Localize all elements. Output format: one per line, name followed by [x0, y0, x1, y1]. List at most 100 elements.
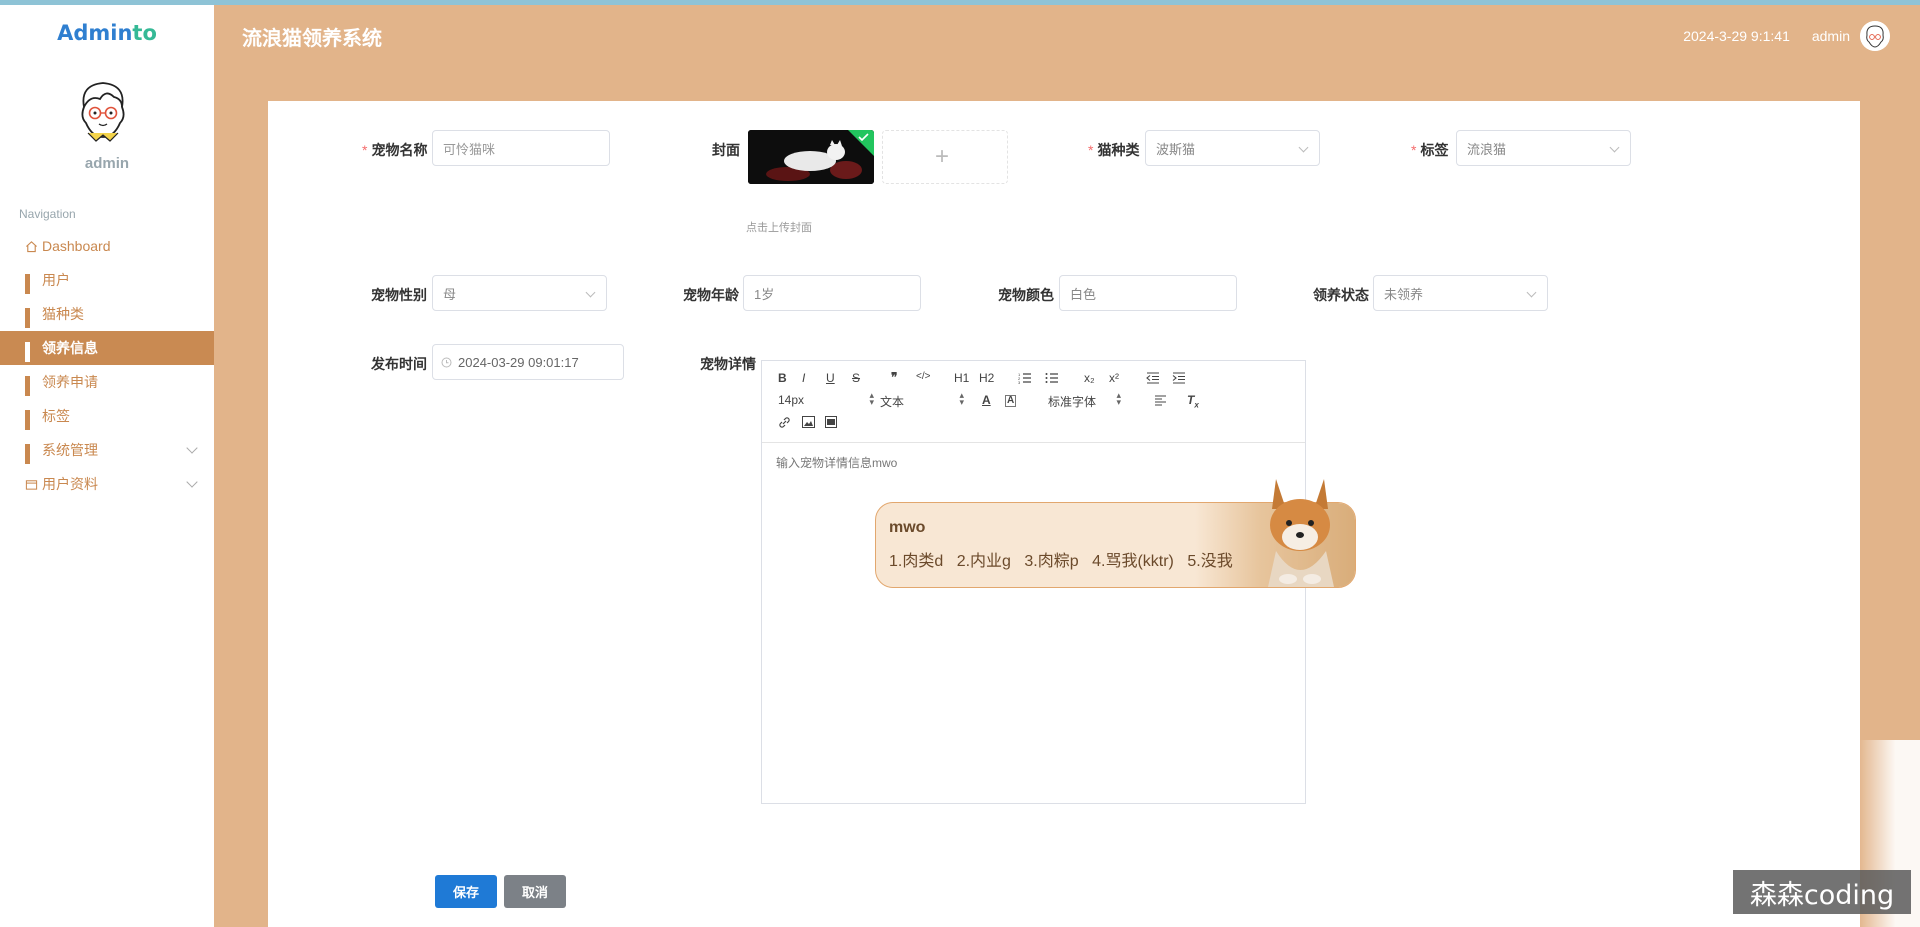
- chevron-down-icon: [585, 287, 596, 298]
- breed-select[interactable]: 波斯猫: [1145, 130, 1320, 166]
- save-button[interactable]: 保存: [435, 875, 497, 908]
- bold-button[interactable]: B: [778, 371, 787, 385]
- cancel-button[interactable]: 取消: [504, 875, 566, 908]
- header-username[interactable]: admin: [1812, 28, 1850, 44]
- sidebar-item-tags[interactable]: 标签: [0, 399, 214, 433]
- link-icon[interactable]: [778, 416, 791, 429]
- align-icon[interactable]: [1154, 395, 1167, 406]
- sidebar-item-label: 用户: [42, 272, 70, 288]
- color-input[interactable]: 白色: [1059, 275, 1237, 311]
- grid-icon: [25, 409, 38, 430]
- sidebar-item-adoption-requests[interactable]: 领养申请: [0, 365, 214, 399]
- grid-icon: [25, 341, 38, 362]
- gender-label: 宠物性别: [371, 287, 427, 303]
- age-label: 宠物年龄: [683, 287, 739, 303]
- chevron-down-icon: [1609, 142, 1620, 153]
- ime-candidate[interactable]: 1.肉类d: [889, 553, 943, 570]
- plus-icon: +: [935, 143, 950, 170]
- sidebar-item-label: 领养信息: [42, 340, 98, 356]
- sidebar-user-name: admin: [84, 155, 130, 172]
- home-icon: [26, 240, 37, 252]
- breed-label: * 猫种类: [1088, 142, 1140, 158]
- sidebar-item-cat-breeds[interactable]: 猫种类: [0, 297, 214, 331]
- header-avatar[interactable]: [1860, 21, 1890, 51]
- sidebar-item-system-management[interactable]: 系统管理: [0, 433, 214, 467]
- grid-icon: [25, 443, 38, 464]
- ime-candidate[interactable]: 3.肉粽p: [1024, 553, 1078, 570]
- ime-candidate[interactable]: 2.内业g: [957, 553, 1011, 570]
- grid-icon: [25, 273, 38, 294]
- tag-select[interactable]: 流浪猫: [1456, 130, 1631, 166]
- ordered-list-icon[interactable]: 123: [1018, 372, 1032, 384]
- blockquote-button[interactable]: ❞: [891, 370, 897, 384]
- detail-label: 宠物详情: [700, 356, 756, 372]
- font-size-select[interactable]: 14px ▴ ▾: [778, 391, 874, 408]
- font-family-select[interactable]: 标准字体 ▴ ▾: [1048, 391, 1121, 410]
- video-icon[interactable]: [825, 416, 837, 428]
- sidebar: Adminto admin Navigation Dashboard 用户 猫种…: [0, 5, 214, 927]
- cover-upload-button[interactable]: +: [882, 130, 1008, 184]
- status-select[interactable]: 未领养: [1373, 275, 1548, 311]
- sidebar-item-adoption-info[interactable]: 领养信息: [0, 331, 214, 365]
- ime-input-text: mwo: [889, 519, 926, 536]
- app-title: 流浪猫领养系统: [242, 28, 382, 50]
- subscript-button[interactable]: x₂: [1084, 371, 1095, 385]
- header-datetime: 2024-3-29 9:1:41: [1683, 28, 1790, 44]
- shiba-dog-image: [1268, 479, 1334, 587]
- color-label: 宠物颜色: [998, 287, 1054, 303]
- chevron-down-icon: [1298, 142, 1309, 153]
- pet-name-input[interactable]: 可怜猫咪: [432, 130, 610, 166]
- app-logo[interactable]: Adminto: [0, 21, 214, 45]
- outdent-icon[interactable]: [1146, 372, 1160, 384]
- ime-candidate-window[interactable]: mwo 1.肉类d 2.内业g 3.肉粽p 4.骂我(kktr) 5.没我: [875, 479, 1356, 588]
- editor-content[interactable]: 输入宠物详情信息mwo: [776, 454, 897, 471]
- strike-button[interactable]: S: [852, 371, 860, 385]
- nav-section-title: Navigation: [19, 207, 76, 221]
- clock-icon: [441, 357, 452, 367]
- cover-upload-hint: 点击上传封面: [746, 222, 812, 234]
- chevron-down-icon: [1526, 287, 1537, 298]
- sidebar-item-users[interactable]: 用户: [0, 263, 214, 297]
- user-avatar[interactable]: [70, 77, 136, 147]
- publish-time-label: 发布时间: [371, 356, 427, 372]
- tag-label: * 标签: [1411, 142, 1449, 158]
- age-input[interactable]: 1岁: [743, 275, 921, 311]
- sidebar-item-label: 标签: [42, 408, 70, 424]
- pet-name-label: * 宠物名称: [362, 142, 428, 158]
- folder-icon: [25, 479, 38, 490]
- chevron-down-icon: [186, 476, 198, 488]
- cover-image[interactable]: [748, 130, 874, 184]
- grid-icon: [25, 307, 38, 328]
- top-header: 流浪猫领养系统 2024-3-29 9:1:41 admin: [214, 5, 1920, 101]
- ime-candidate[interactable]: 5.没我: [1187, 553, 1232, 570]
- code-button[interactable]: </>: [916, 371, 930, 382]
- ime-candidate[interactable]: 4.骂我(kktr): [1092, 553, 1174, 570]
- sidebar-nav: Dashboard 用户 猫种类 领养信息 领养申请 标签 系统管理 用户资料: [0, 229, 214, 501]
- content-background: [214, 101, 268, 927]
- chevron-down-icon: [186, 442, 198, 454]
- sidebar-item-dashboard[interactable]: Dashboard: [0, 229, 214, 263]
- bullet-list-icon[interactable]: [1045, 372, 1059, 384]
- underline-button[interactable]: U: [826, 371, 835, 385]
- indent-icon[interactable]: [1172, 372, 1186, 384]
- italic-button[interactable]: I: [802, 371, 805, 385]
- clear-format-icon[interactable]: Tx: [1187, 393, 1199, 409]
- background-color-icon[interactable]: A: [1005, 395, 1017, 407]
- publish-time-picker[interactable]: 2024-03-29 09:01:17: [432, 344, 624, 380]
- overlay-fade: [1590, 875, 1740, 911]
- sidebar-item-user-profile[interactable]: 用户资料: [0, 467, 214, 501]
- format-select[interactable]: 文本 ▴ ▾: [880, 391, 964, 410]
- image-icon[interactable]: [802, 416, 815, 428]
- gender-select[interactable]: 母: [432, 275, 607, 311]
- status-label: 领养状态: [1313, 287, 1369, 303]
- h2-button[interactable]: H2: [979, 371, 994, 385]
- superscript-button[interactable]: x²: [1109, 371, 1119, 385]
- h1-button[interactable]: H1: [954, 371, 969, 385]
- grid-icon: [25, 375, 38, 396]
- sidebar-item-label: 领养申请: [42, 374, 98, 390]
- editor-toolbar: B I U S ❞ </> H1 H2 123 x₂ x² 14px ▴ ▾ 文本 ▴…: [762, 361, 1305, 443]
- watermark: 森森coding: [1733, 870, 1911, 914]
- header-user-area: 2024-3-29 9:1:41 admin: [1683, 21, 1890, 51]
- cover-label: 封面: [712, 142, 740, 158]
- text-color-icon[interactable]: A: [982, 393, 991, 407]
